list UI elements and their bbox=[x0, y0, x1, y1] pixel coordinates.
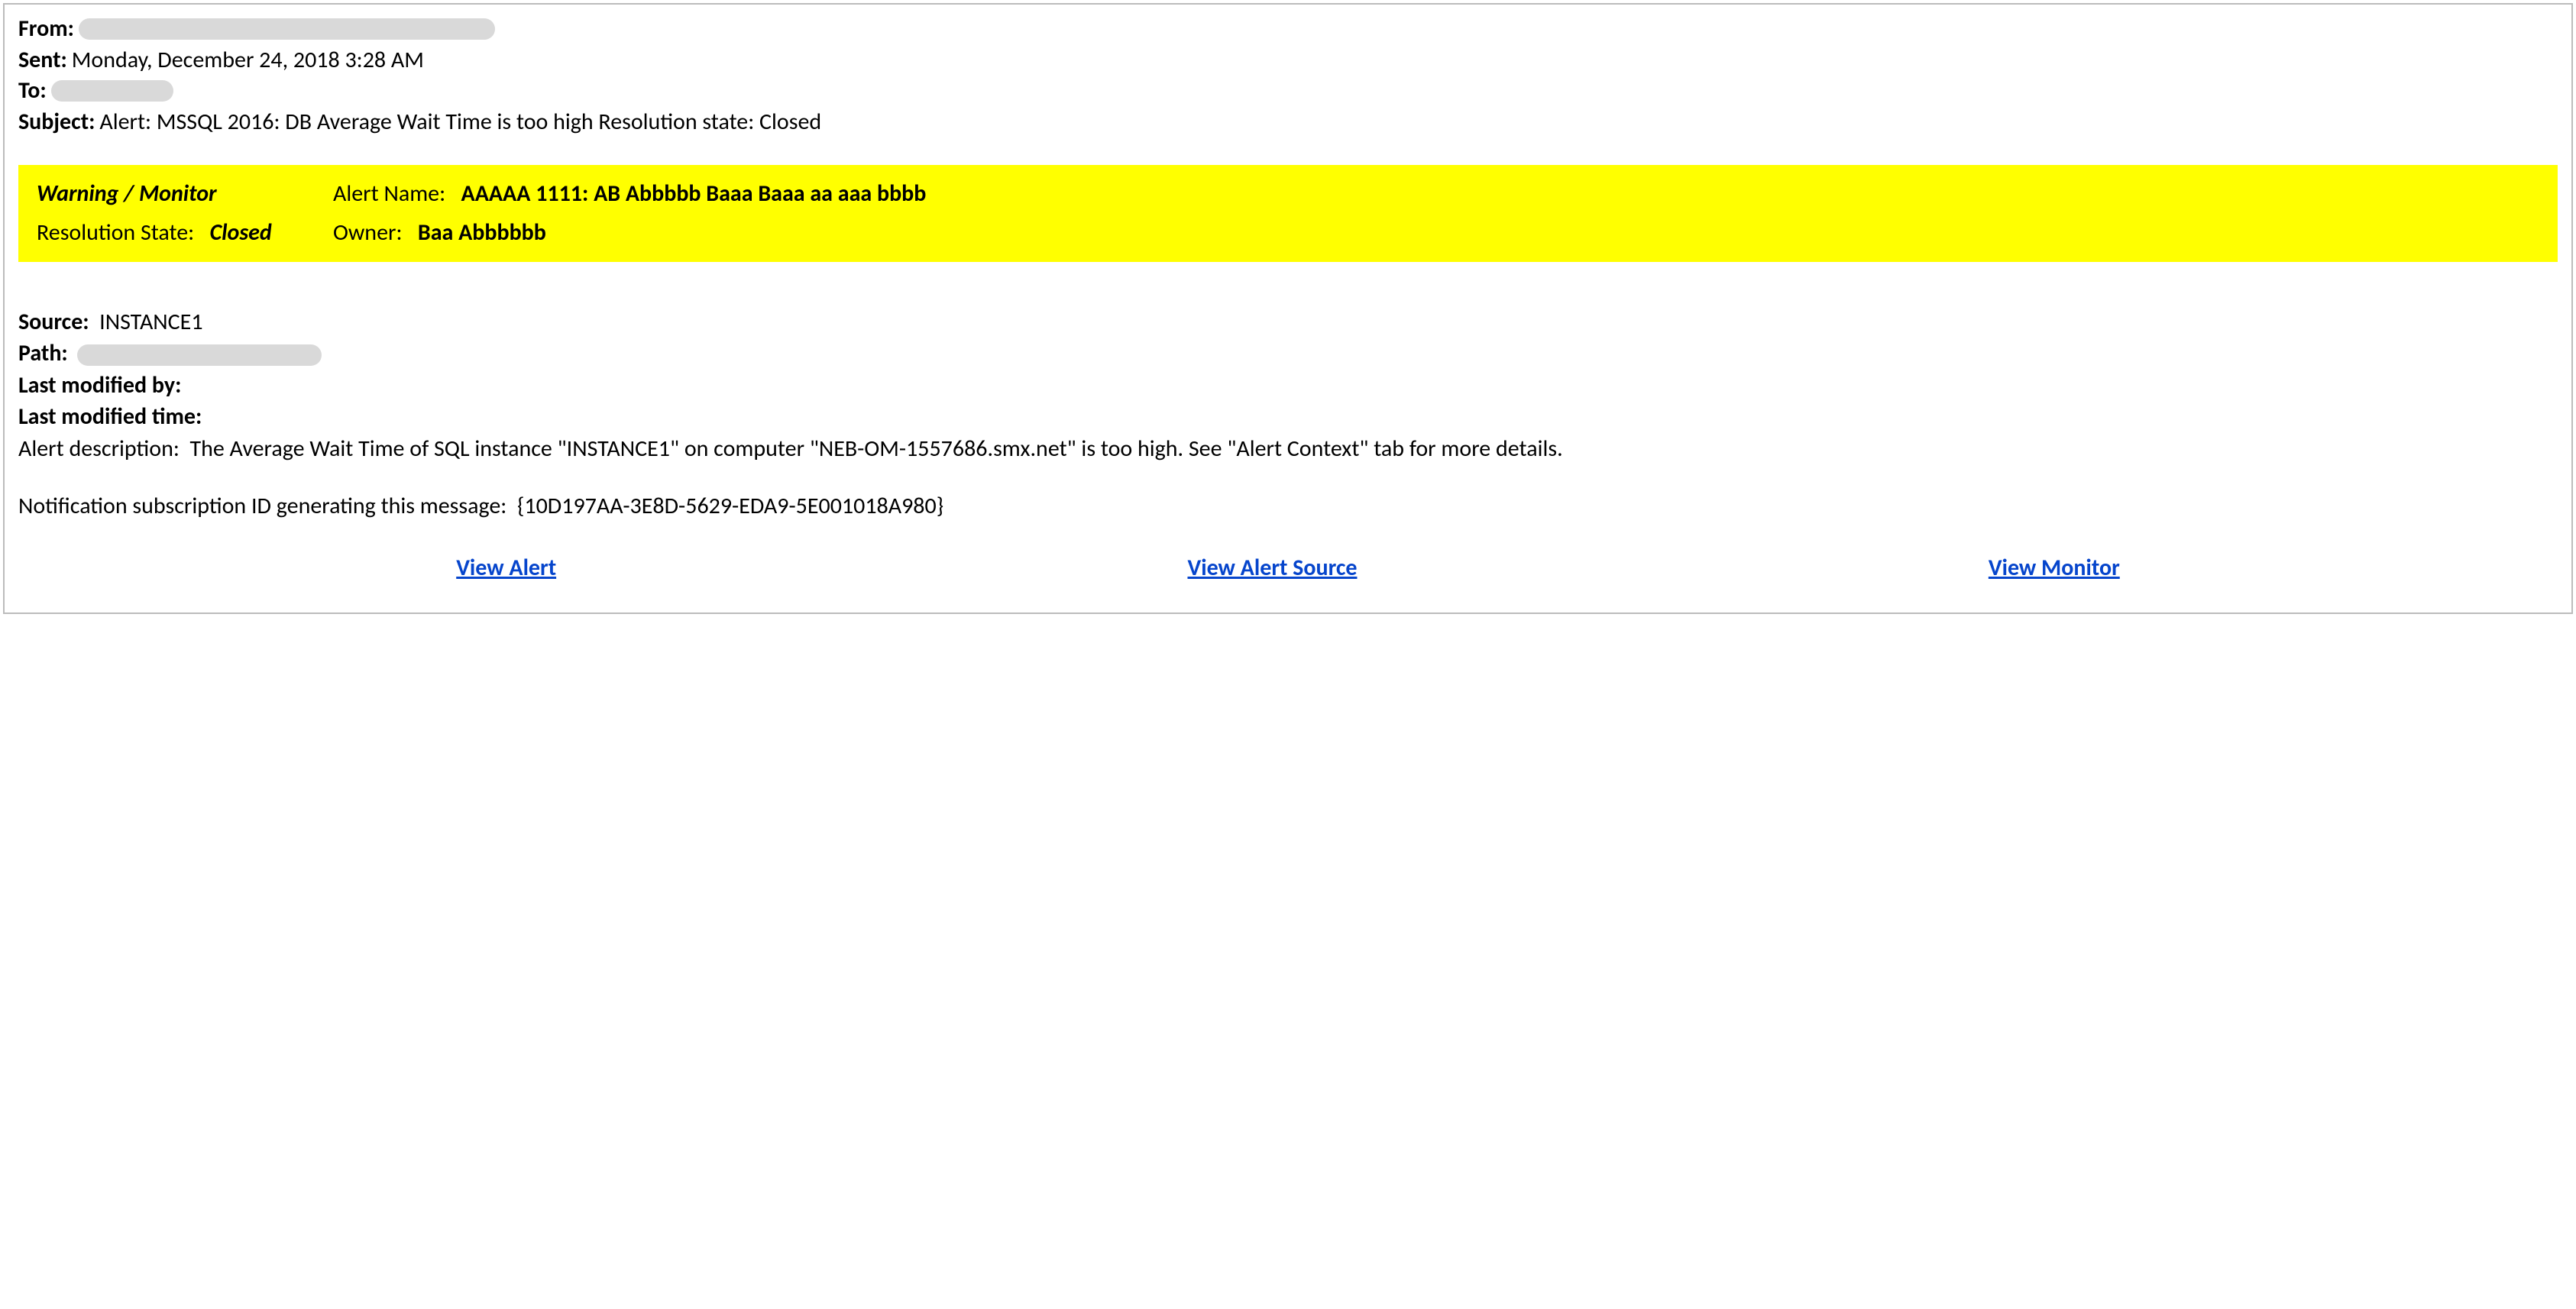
banner-row-2: Resolution State: Closed Owner: Baa Abbb… bbox=[37, 218, 2542, 249]
last-modified-by-line: Last modified by: bbox=[18, 370, 2558, 401]
to-redacted bbox=[51, 80, 173, 102]
subscription-id-label: Notification subscription ID generating … bbox=[18, 492, 506, 520]
resolution-state-value: Closed bbox=[210, 218, 272, 247]
subject-line: Subject: Alert: MSSQL 2016: DB Average W… bbox=[18, 107, 2558, 138]
alert-description-value: The Average Wait Time of SQL instance "I… bbox=[189, 435, 1562, 463]
subscription-id-value: {10D197AA-3E8D-5629-EDA9-5E001018A980} bbox=[517, 492, 943, 520]
alert-description-label: Alert description: bbox=[18, 435, 180, 463]
alert-description-line: Alert description: The Average Wait Time… bbox=[18, 433, 2558, 464]
sent-value: Monday, December 24, 2018 3:28 AM bbox=[72, 45, 424, 76]
to-line: To: bbox=[18, 76, 2558, 107]
view-alert-source-link[interactable]: View Alert Source bbox=[1187, 554, 1357, 582]
resolution-state-label: Resolution State: bbox=[37, 218, 194, 247]
last-modified-by-label: Last modified by: bbox=[18, 371, 181, 399]
view-alert-link[interactable]: View Alert bbox=[456, 554, 556, 582]
sent-label: Sent: bbox=[18, 45, 67, 76]
owner-label: Owner: bbox=[333, 218, 402, 247]
email-container: From: Sent: Monday, December 24, 2018 3:… bbox=[3, 3, 2573, 614]
from-label: From: bbox=[18, 14, 74, 45]
alert-name-value: AAAAA 1111: AB Abbbbb Baaa Baaa aa aaa b… bbox=[461, 179, 927, 208]
alert-name-label: Alert Name: bbox=[333, 179, 445, 208]
links-row: View Alert View Alert Source View Monito… bbox=[18, 554, 2558, 582]
source-line: Source: INSTANCE1 bbox=[18, 306, 2558, 338]
path-line: Path: bbox=[18, 338, 2558, 369]
from-line: From: bbox=[18, 14, 2558, 45]
sent-line: Sent: Monday, December 24, 2018 3:28 AM bbox=[18, 45, 2558, 76]
warning-monitor-label: Warning / Monitor bbox=[37, 179, 217, 208]
from-redacted bbox=[79, 18, 495, 40]
last-modified-time-line: Last modified time: bbox=[18, 401, 2558, 432]
alert-banner: Warning / Monitor Alert Name: AAAAA 1111… bbox=[18, 165, 2558, 262]
path-label: Path: bbox=[18, 339, 68, 367]
path-redacted bbox=[77, 344, 322, 366]
subject-value: Alert: MSSQL 2016: DB Average Wait Time … bbox=[99, 107, 821, 138]
banner-row-1: Warning / Monitor Alert Name: AAAAA 1111… bbox=[37, 179, 2542, 210]
last-modified-time-label: Last modified time: bbox=[18, 402, 202, 431]
to-label: To: bbox=[18, 76, 47, 107]
owner-value: Baa Abbbbbb bbox=[418, 218, 546, 247]
subject-label: Subject: bbox=[18, 107, 95, 138]
source-value: INSTANCE1 bbox=[99, 308, 202, 336]
view-monitor-link[interactable]: View Monitor bbox=[1989, 554, 2120, 582]
subscription-id-line: Notification subscription ID generating … bbox=[18, 490, 2558, 522]
source-label: Source: bbox=[18, 308, 89, 336]
